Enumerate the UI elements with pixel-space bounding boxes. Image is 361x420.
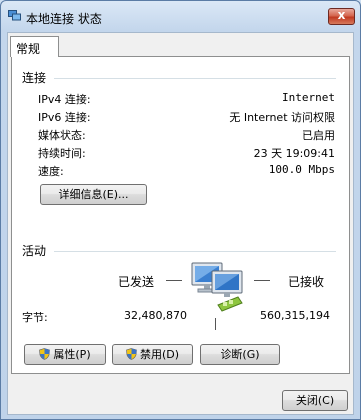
tab-general[interactable]: 常规 <box>10 36 59 57</box>
speed-value: 100.0 Mbps <box>268 163 335 176</box>
received-label: 已接收 <box>288 275 325 289</box>
tab-panel-general: 连接 IPv4 连接: Internet IPv6 连接: 无 Internet… <box>11 56 350 374</box>
duration-value: 23 天 19:09:41 <box>253 147 335 160</box>
ipv6-value: 无 Internet 访问权限 <box>229 111 335 124</box>
details-button[interactable]: 详细信息(E)... <box>40 184 147 205</box>
window-title: 本地连接 状态 <box>26 12 102 26</box>
close-icon: x <box>337 8 346 22</box>
client-area: 常规 连接 IPv4 连接: Internet IPv6 连接: 无 Inter… <box>7 32 354 415</box>
title-bar[interactable]: 本地连接 状态 x <box>1 1 360 31</box>
diagnose-button[interactable]: 诊断(G) <box>200 344 280 365</box>
duration-label: 持续时间: <box>38 147 86 160</box>
media-state-label: 媒体状态: <box>38 129 86 142</box>
ipv4-value: Internet <box>282 91 335 104</box>
activity-divider-tick <box>215 318 216 330</box>
properties-label: 属性(P) <box>53 348 91 361</box>
disable-label: 禁用(D) <box>139 348 180 361</box>
network-connection-icon <box>8 10 21 21</box>
tab-label: 常规 <box>16 42 41 56</box>
properties-button[interactable]: 属性(P) <box>24 344 106 365</box>
sent-label: 已发送 <box>118 275 155 289</box>
media-state-value: 已启用 <box>302 129 335 142</box>
uac-shield-icon <box>39 348 51 360</box>
network-computer-icon <box>191 262 243 312</box>
close-button[interactable]: 关闭(C) <box>282 390 348 411</box>
bytes-received-value: 560,315,194 <box>260 309 330 322</box>
activity-heading: 活动 <box>22 244 47 258</box>
connection-heading: 连接 <box>22 71 47 85</box>
ipv4-label: IPv4 连接: <box>38 93 91 106</box>
received-dash <box>254 280 270 281</box>
speed-label: 速度: <box>38 165 64 178</box>
disable-button[interactable]: 禁用(D) <box>112 344 193 365</box>
activity-divider <box>54 251 336 252</box>
bytes-label: 字节: <box>22 311 48 324</box>
connection-divider <box>54 78 336 79</box>
uac-shield-icon <box>126 348 137 360</box>
bytes-sent-value: 32,480,870 <box>124 309 187 322</box>
ipv6-label: IPv6 连接: <box>38 111 91 124</box>
sent-dash <box>166 280 182 281</box>
dialog-window: 本地连接 状态 x 常规 连接 IPv4 连接: Internet IPv6 连… <box>0 0 361 420</box>
title-close-button[interactable]: x <box>328 8 355 25</box>
